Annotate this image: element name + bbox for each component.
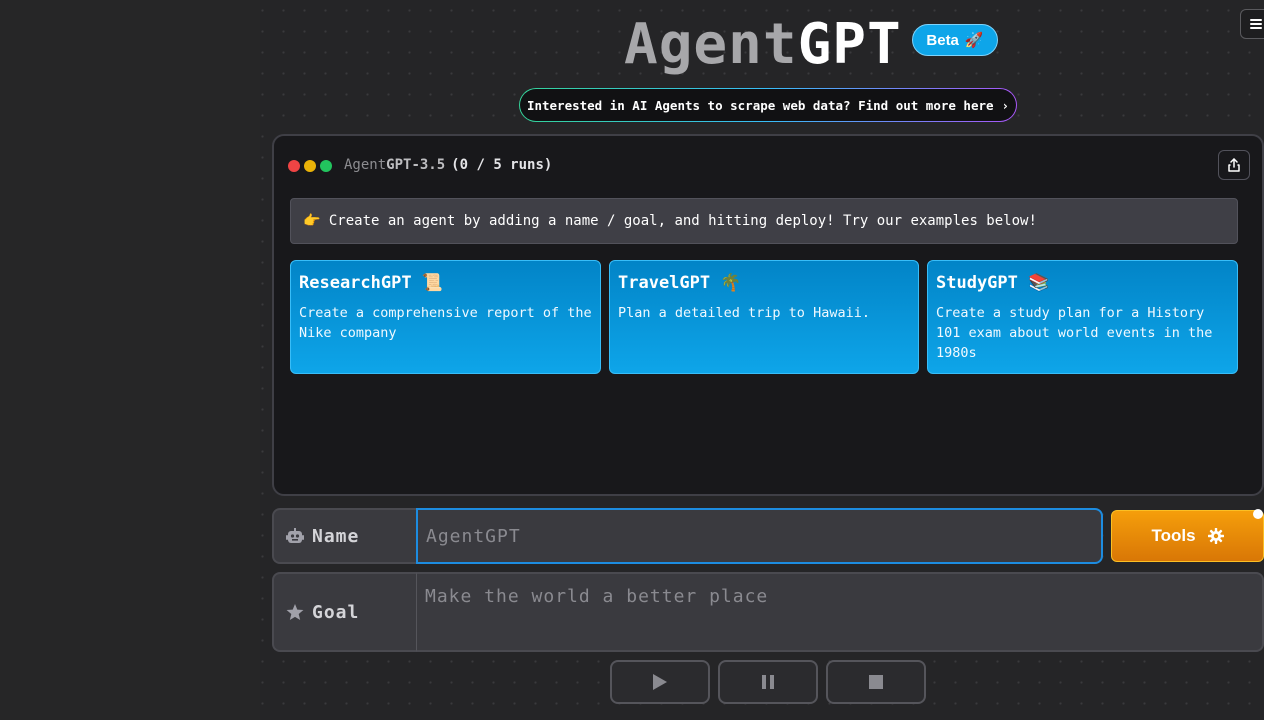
stop-icon bbox=[869, 675, 883, 689]
runs-counter: (0 / 5 runs) bbox=[451, 157, 553, 173]
window-controls bbox=[288, 160, 332, 172]
menu-button[interactable] bbox=[1240, 9, 1264, 39]
goal-label-text: Goal bbox=[312, 601, 360, 623]
close-dot-icon bbox=[288, 160, 300, 172]
example-description: Plan a detailed trip to Hawaii. bbox=[618, 305, 870, 321]
example-description: Create a comprehensive report of the Nik… bbox=[299, 305, 592, 341]
name-label-text: Name bbox=[312, 525, 360, 547]
goal-input[interactable] bbox=[416, 572, 1264, 652]
star-icon bbox=[286, 603, 304, 620]
hamburger-menu-icon bbox=[1250, 19, 1262, 29]
left-background bbox=[0, 0, 260, 720]
banner-text: Interested in AI Agents to scrape web da… bbox=[526, 97, 994, 113]
info-text: 👉 Create an agent by adding a name / goa… bbox=[303, 213, 1037, 229]
stop-button[interactable] bbox=[826, 660, 926, 704]
play-icon bbox=[653, 674, 667, 690]
example-description: Create a study plan for a History 101 ex… bbox=[936, 305, 1213, 361]
example-card-research[interactable]: ResearchGPT 📜 Create a comprehensive rep… bbox=[290, 260, 601, 374]
pause-button[interactable] bbox=[718, 660, 818, 704]
maximize-dot-icon bbox=[320, 160, 332, 172]
beta-label: Beta bbox=[926, 31, 959, 49]
notification-dot bbox=[1253, 509, 1263, 519]
promo-banner[interactable]: Interested in AI Agents to scrape web da… bbox=[519, 88, 1017, 122]
name-input[interactable] bbox=[416, 508, 1103, 564]
play-button[interactable] bbox=[610, 660, 710, 704]
info-message: 👉 Create an agent by adding a name / goa… bbox=[290, 198, 1238, 244]
minimize-dot-icon bbox=[304, 160, 316, 172]
pause-icon bbox=[762, 675, 774, 689]
name-field-label: Name bbox=[272, 508, 418, 564]
example-card-study[interactable]: StudyGPT 📚 Create a study plan for a His… bbox=[927, 260, 1238, 374]
example-title: StudyGPT 📚 bbox=[936, 273, 1050, 293]
beta-badge: Beta 🚀 bbox=[912, 24, 998, 56]
share-icon bbox=[1228, 158, 1240, 172]
example-title: TravelGPT 🌴 bbox=[618, 273, 742, 293]
app-logo: AgentGPT bbox=[624, 12, 902, 77]
tools-label: Tools bbox=[1151, 526, 1196, 545]
robot-icon bbox=[286, 528, 304, 543]
gear-icon bbox=[1207, 528, 1224, 544]
goal-field-label: Goal bbox=[272, 572, 418, 652]
chevron-right-icon: › bbox=[1001, 97, 1010, 113]
example-card-travel[interactable]: TravelGPT 🌴 Plan a detailed trip to Hawa… bbox=[609, 260, 919, 374]
model-label: AgentGPT-3.5 (0 / 5 runs) bbox=[344, 157, 553, 173]
example-title: ResearchGPT 📜 bbox=[299, 273, 443, 293]
rocket-icon: 🚀 bbox=[964, 32, 984, 49]
agent-window: AgentGPT-3.5 (0 / 5 runs) 👉 Create an age… bbox=[272, 134, 1264, 496]
tools-button[interactable]: Tools bbox=[1111, 510, 1264, 562]
share-button[interactable] bbox=[1218, 150, 1250, 180]
